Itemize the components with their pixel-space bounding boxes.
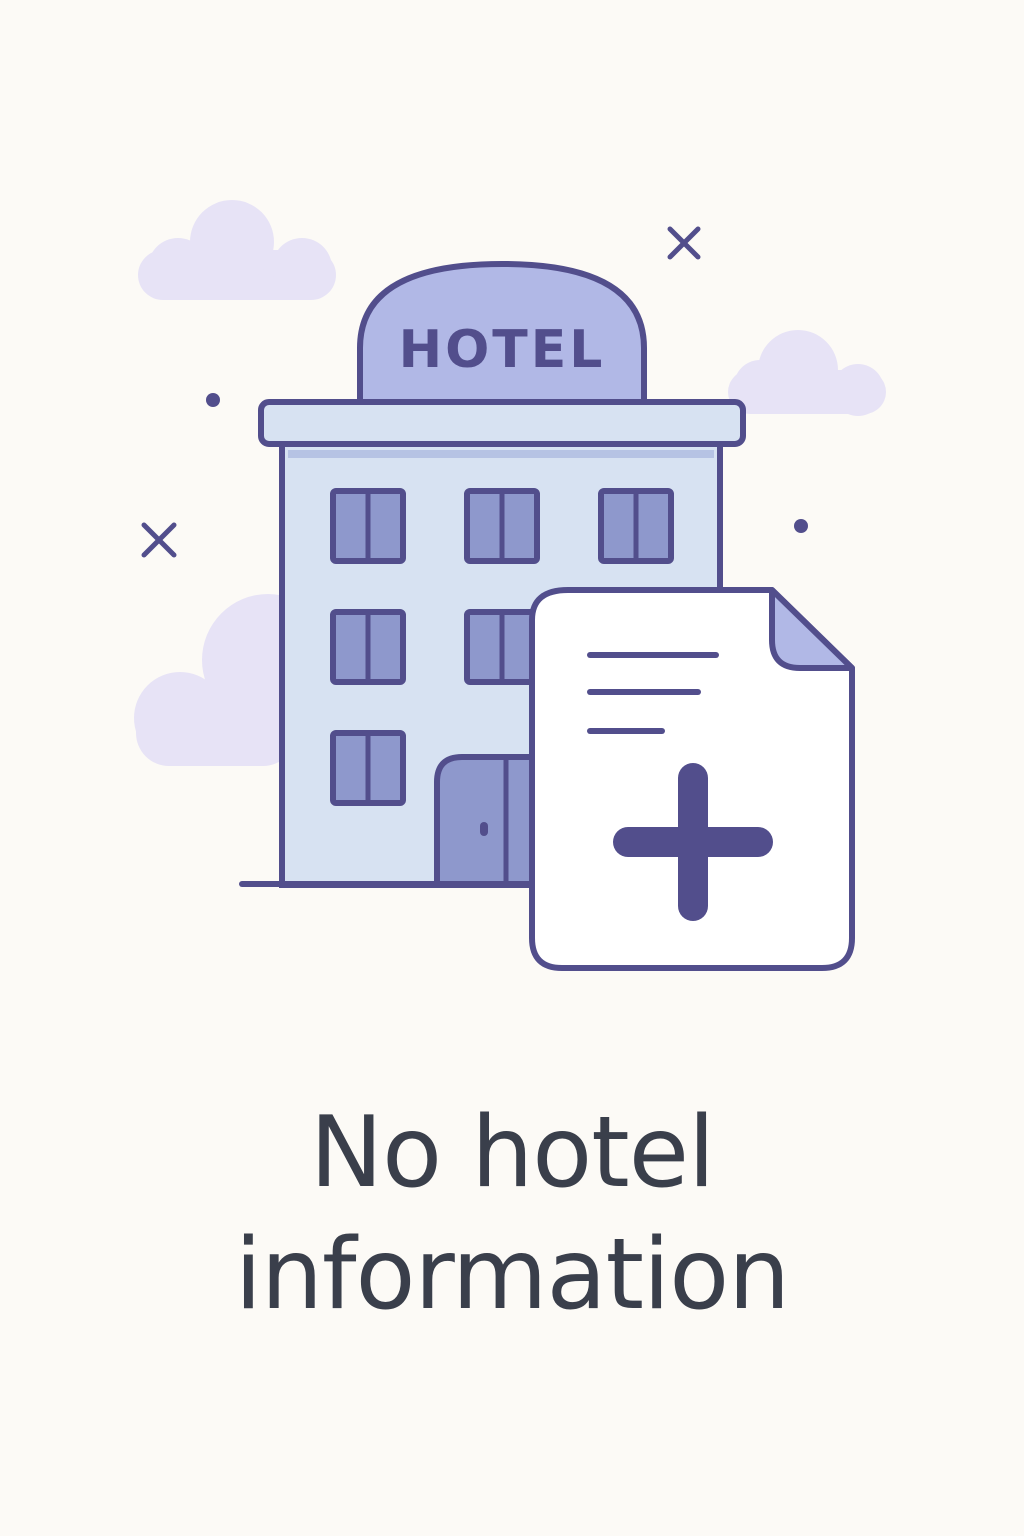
- sparkle-x-icon: [667, 226, 701, 260]
- add-document-icon: [529, 587, 855, 971]
- window: [330, 730, 406, 806]
- window: [330, 609, 406, 685]
- window: [464, 609, 540, 685]
- dot-icon: [794, 519, 808, 533]
- hotel-sign-text: HOTEL: [399, 320, 606, 380]
- empty-state-message-line-2: information: [234, 1218, 791, 1332]
- window: [464, 488, 540, 564]
- cloud-icon: [138, 200, 336, 300]
- window: [598, 488, 674, 564]
- hotel-door: [434, 754, 543, 887]
- empty-state-message-line-1: No hotel: [309, 1096, 715, 1210]
- cloud-icon: [728, 330, 886, 416]
- dot-icon: [206, 393, 220, 407]
- window: [330, 488, 406, 564]
- sparkle-x-icon: [141, 522, 177, 558]
- empty-state: HOTEL No hotel information: [0, 0, 1024, 1536]
- empty-state-illustration: HOTEL: [134, 200, 886, 971]
- empty-state-message: No hotel information: [0, 1092, 1024, 1336]
